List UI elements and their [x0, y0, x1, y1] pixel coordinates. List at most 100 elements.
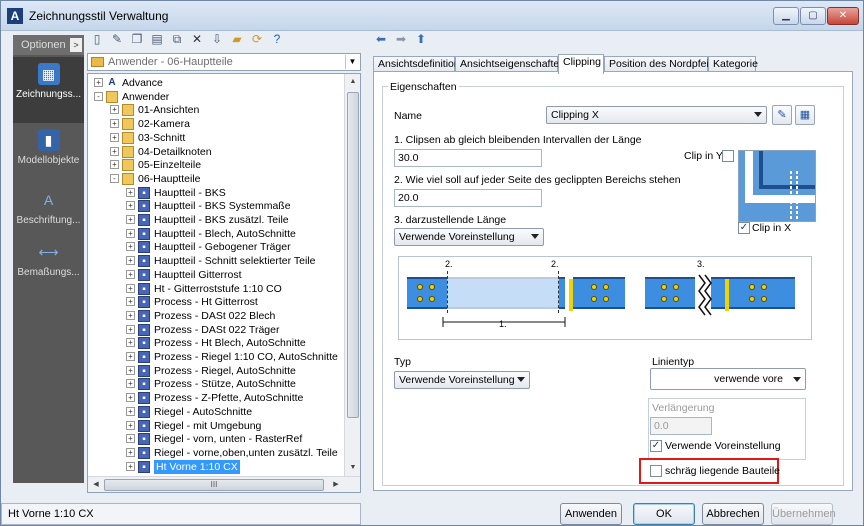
clip-y-checkbox[interactable]	[722, 150, 734, 162]
edit-clipping-button[interactable]: ✎	[772, 105, 792, 125]
expand-icon[interactable]: +	[126, 297, 135, 307]
manage-clipping-button[interactable]: ▦	[795, 105, 815, 125]
expand-icon[interactable]: +	[126, 447, 135, 457]
options-arrow[interactable]: >	[70, 38, 82, 52]
hscroll-thumb[interactable]: III	[104, 479, 324, 491]
tree-node[interactable]: + ▪ Hauptteil - BKS zusätzl. Teile	[88, 213, 344, 227]
verl-default-checkbox[interactable]: ✓	[650, 440, 662, 452]
expand-icon[interactable]: +	[126, 365, 135, 375]
paste-icon[interactable]: ▤	[149, 31, 165, 47]
expand-icon[interactable]: +	[126, 461, 135, 471]
tree-node[interactable]: + ▪ Ht - Gitterroststufe 1:10 CO	[88, 282, 344, 296]
tree-node[interactable]: + A Advance	[88, 76, 344, 90]
tree-node[interactable]: + ▪ Prozess - Riegel, AutoSchnitte	[88, 364, 344, 378]
expand-icon[interactable]: +	[126, 434, 135, 444]
maximize-button[interactable]: ▢	[800, 7, 826, 25]
collapse-icon[interactable]: -	[110, 173, 119, 183]
scroll-left-icon[interactable]: ◀	[88, 477, 104, 492]
expand-icon[interactable]: +	[126, 228, 135, 238]
tree-node[interactable]: - 06-Hauptteile	[88, 172, 344, 186]
tree-node[interactable]: +01-Ansichten	[88, 103, 344, 117]
apply-button[interactable]: Anwenden	[560, 503, 622, 525]
nav-item-dimensions[interactable]: ⟷ Bemaßungs...	[13, 235, 84, 295]
tree-node[interactable]: + ▪ Prozess - Z-Pfette, AutoSchnitte	[88, 391, 344, 405]
expand-icon[interactable]: +	[110, 132, 119, 142]
schraeg-checkbox[interactable]	[650, 465, 662, 477]
linientyp-select[interactable]: verwende vore	[650, 368, 806, 390]
tree-node[interactable]: + ▪ Hauptteil - Blech, AutoSchnitte	[88, 227, 344, 241]
q3-select[interactable]: Verwende Voreinstellung	[394, 228, 544, 246]
expand-icon[interactable]: +	[126, 324, 135, 334]
expand-icon[interactable]: +	[126, 269, 135, 279]
tree-node[interactable]: + ▪ Riegel - AutoSchnitte	[88, 405, 344, 419]
expand-icon[interactable]: +	[110, 119, 119, 129]
expand-icon[interactable]: +	[126, 215, 135, 224]
expand-icon[interactable]: +	[126, 201, 135, 211]
edit-icon[interactable]: ✎	[109, 31, 125, 47]
expand-icon[interactable]: +	[94, 78, 103, 87]
nav-item-annotation[interactable]: A Beschriftung...	[13, 183, 84, 243]
path-combo[interactable]: Anwender - 06-Hauptteile ▼	[87, 53, 361, 71]
tree-node[interactable]: + ▪ Hauptteil - Gebogener Träger	[88, 240, 344, 254]
chevron-down-icon[interactable]: ▼	[345, 55, 359, 69]
back-arrow-icon[interactable]: ⬅	[373, 31, 389, 47]
expand-icon[interactable]: +	[126, 420, 135, 430]
tree-node[interactable]: + ▪ Prozess - Stütze, AutoSchnitte	[88, 377, 344, 391]
tree-node[interactable]: +03-Schnitt	[88, 131, 344, 145]
nav-item-model-objects[interactable]: ▮ Modellobjekte	[13, 123, 84, 183]
q2-input[interactable]: 20.0	[394, 189, 542, 207]
copy-icon[interactable]: ❐	[129, 31, 145, 47]
expand-icon[interactable]: +	[110, 105, 119, 115]
expand-icon[interactable]: +	[110, 146, 119, 156]
expand-icon[interactable]: +	[126, 242, 135, 252]
refresh-icon[interactable]: ⟳	[249, 31, 265, 47]
q1-input[interactable]: 30.0	[394, 149, 542, 167]
expand-icon[interactable]: +	[126, 338, 135, 348]
tree-vscrollbar[interactable]: ▲ ▼	[344, 74, 360, 476]
verl-input[interactable]: 0.0	[650, 417, 712, 435]
options-header[interactable]: Optionen >	[13, 35, 84, 55]
up-arrow-icon[interactable]: ⬆	[413, 31, 429, 47]
take-over-button[interactable]: Übernehmen	[771, 503, 836, 525]
tree-node[interactable]: + ▪ Riegel - vorne,oben,unten zusätzl. Tei…	[88, 446, 344, 460]
tab-clipping[interactable]: Clipping	[558, 54, 604, 74]
expand-icon[interactable]: +	[110, 160, 119, 170]
export-icon[interactable]: ▰	[229, 31, 245, 47]
tree-node[interactable]: - Anwender	[88, 90, 344, 104]
tree-node[interactable]: + ▪ Riegel - mit Umgebung	[88, 419, 344, 433]
expand-icon[interactable]: +	[126, 256, 135, 266]
tree-node[interactable]: + ▪ Hauptteil - BKS Systemmaße	[88, 199, 344, 213]
forward-arrow-icon[interactable]: ➡	[393, 31, 409, 47]
tree-node[interactable]: +04-Detailknoten	[88, 145, 344, 159]
tree-node[interactable]: + ▪ Prozess - Ht Blech, AutoSchnitte	[88, 336, 344, 350]
delete-icon[interactable]: ✕	[189, 31, 205, 47]
close-button[interactable]: ✕	[827, 7, 859, 25]
scroll-down-icon[interactable]: ▼	[345, 460, 360, 476]
expand-icon[interactable]: +	[126, 283, 135, 293]
expand-icon[interactable]: +	[126, 187, 135, 197]
tree-node[interactable]: + ▪ Hauptteil - BKS	[88, 186, 344, 200]
expand-icon[interactable]: +	[126, 406, 135, 416]
cancel-button[interactable]: Abbrechen	[702, 503, 764, 525]
expand-icon[interactable]: +	[126, 393, 135, 403]
tree-hscrollbar[interactable]: ◀ III ▶	[88, 476, 360, 492]
tree-node[interactable]: +05-Einzelteile	[88, 158, 344, 172]
scroll-up-icon[interactable]: ▲	[345, 74, 360, 90]
tree-node[interactable]: +02-Kamera	[88, 117, 344, 131]
clip-x-checkbox[interactable]: ✓	[738, 222, 750, 234]
expand-icon[interactable]: +	[126, 379, 135, 389]
collapse-icon[interactable]: -	[94, 91, 103, 101]
typ-select[interactable]: Verwende Voreinstellung	[394, 371, 530, 389]
tree-node[interactable]: + ▪ Prozess - Riegel 1:10 CO, AutoSchnitte	[88, 350, 344, 364]
tree-node[interactable]: + ▪ Hauptteil Gitterrost	[88, 268, 344, 282]
name-select[interactable]: Clipping X	[546, 106, 767, 124]
scroll-right-icon[interactable]: ▶	[328, 477, 344, 492]
tree-node[interactable]: + ▪ Process - Ht Gitterrost	[88, 295, 344, 309]
style-tree[interactable]: + A Advance - Anwender +01-Ansichten +02-Kamer…	[87, 73, 361, 493]
tree-node[interactable]: + ▪ Prozess - DASt 022 Träger	[88, 323, 344, 337]
duplicate-icon[interactable]: ⧉	[169, 31, 185, 47]
import-icon[interactable]: ⇩	[209, 31, 225, 47]
tree-node[interactable]: + ▪ Ht Vorne 1:10 CX	[88, 459, 344, 474]
expand-icon[interactable]: +	[126, 310, 135, 320]
tree-node[interactable]: + ▪ Hauptteil - Schnitt selektierter Teile	[88, 254, 344, 268]
